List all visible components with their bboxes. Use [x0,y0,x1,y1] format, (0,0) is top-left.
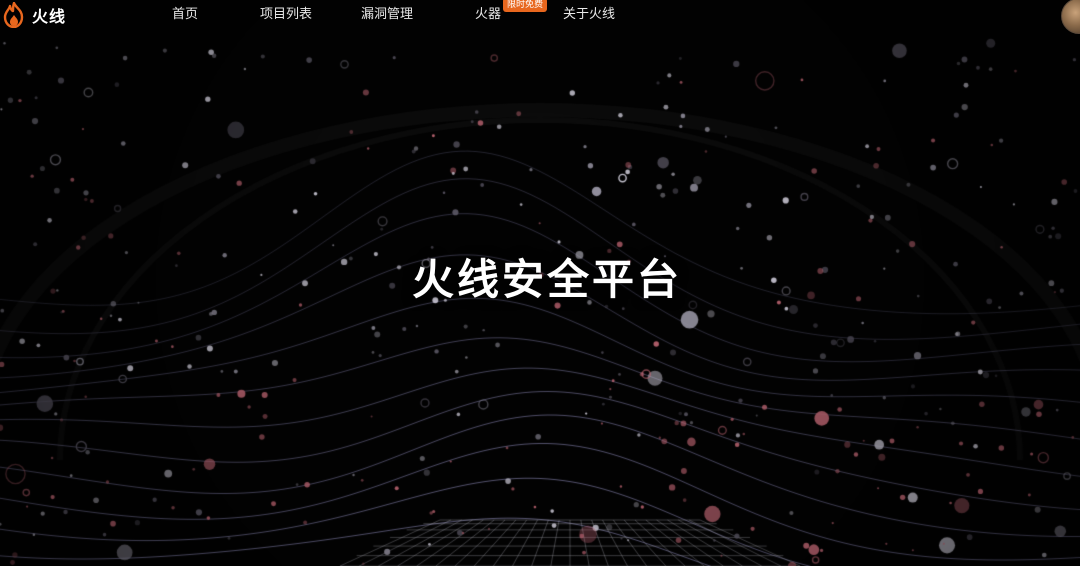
nav-item-home[interactable]: 首页 [172,6,198,24]
nav-item-vuln-management[interactable]: 漏洞管理 [361,6,413,24]
nav-item-huoqi[interactable]: 火器 [475,6,501,24]
nav-item-project-list[interactable]: 项目列表 [260,6,312,24]
brand-logo[interactable]: 火线 [2,2,66,28]
nav-item-about[interactable]: 关于火线 [563,6,615,24]
hero-title: 火线安全平台 [411,255,682,304]
user-avatar-icon[interactable] [1061,0,1080,34]
limited-free-badge: 限时免费 [503,0,548,12]
page: 火线 首页 项目列表 漏洞管理 火器 限时免费 关于火线 火线安全平台 [0,0,1080,566]
flame-logo-icon [3,2,24,28]
brand-name: 火线 [32,7,67,26]
top-navigation-bar: 火线 首页 项目列表 漏洞管理 火器 限时免费 关于火线 [0,0,1080,34]
